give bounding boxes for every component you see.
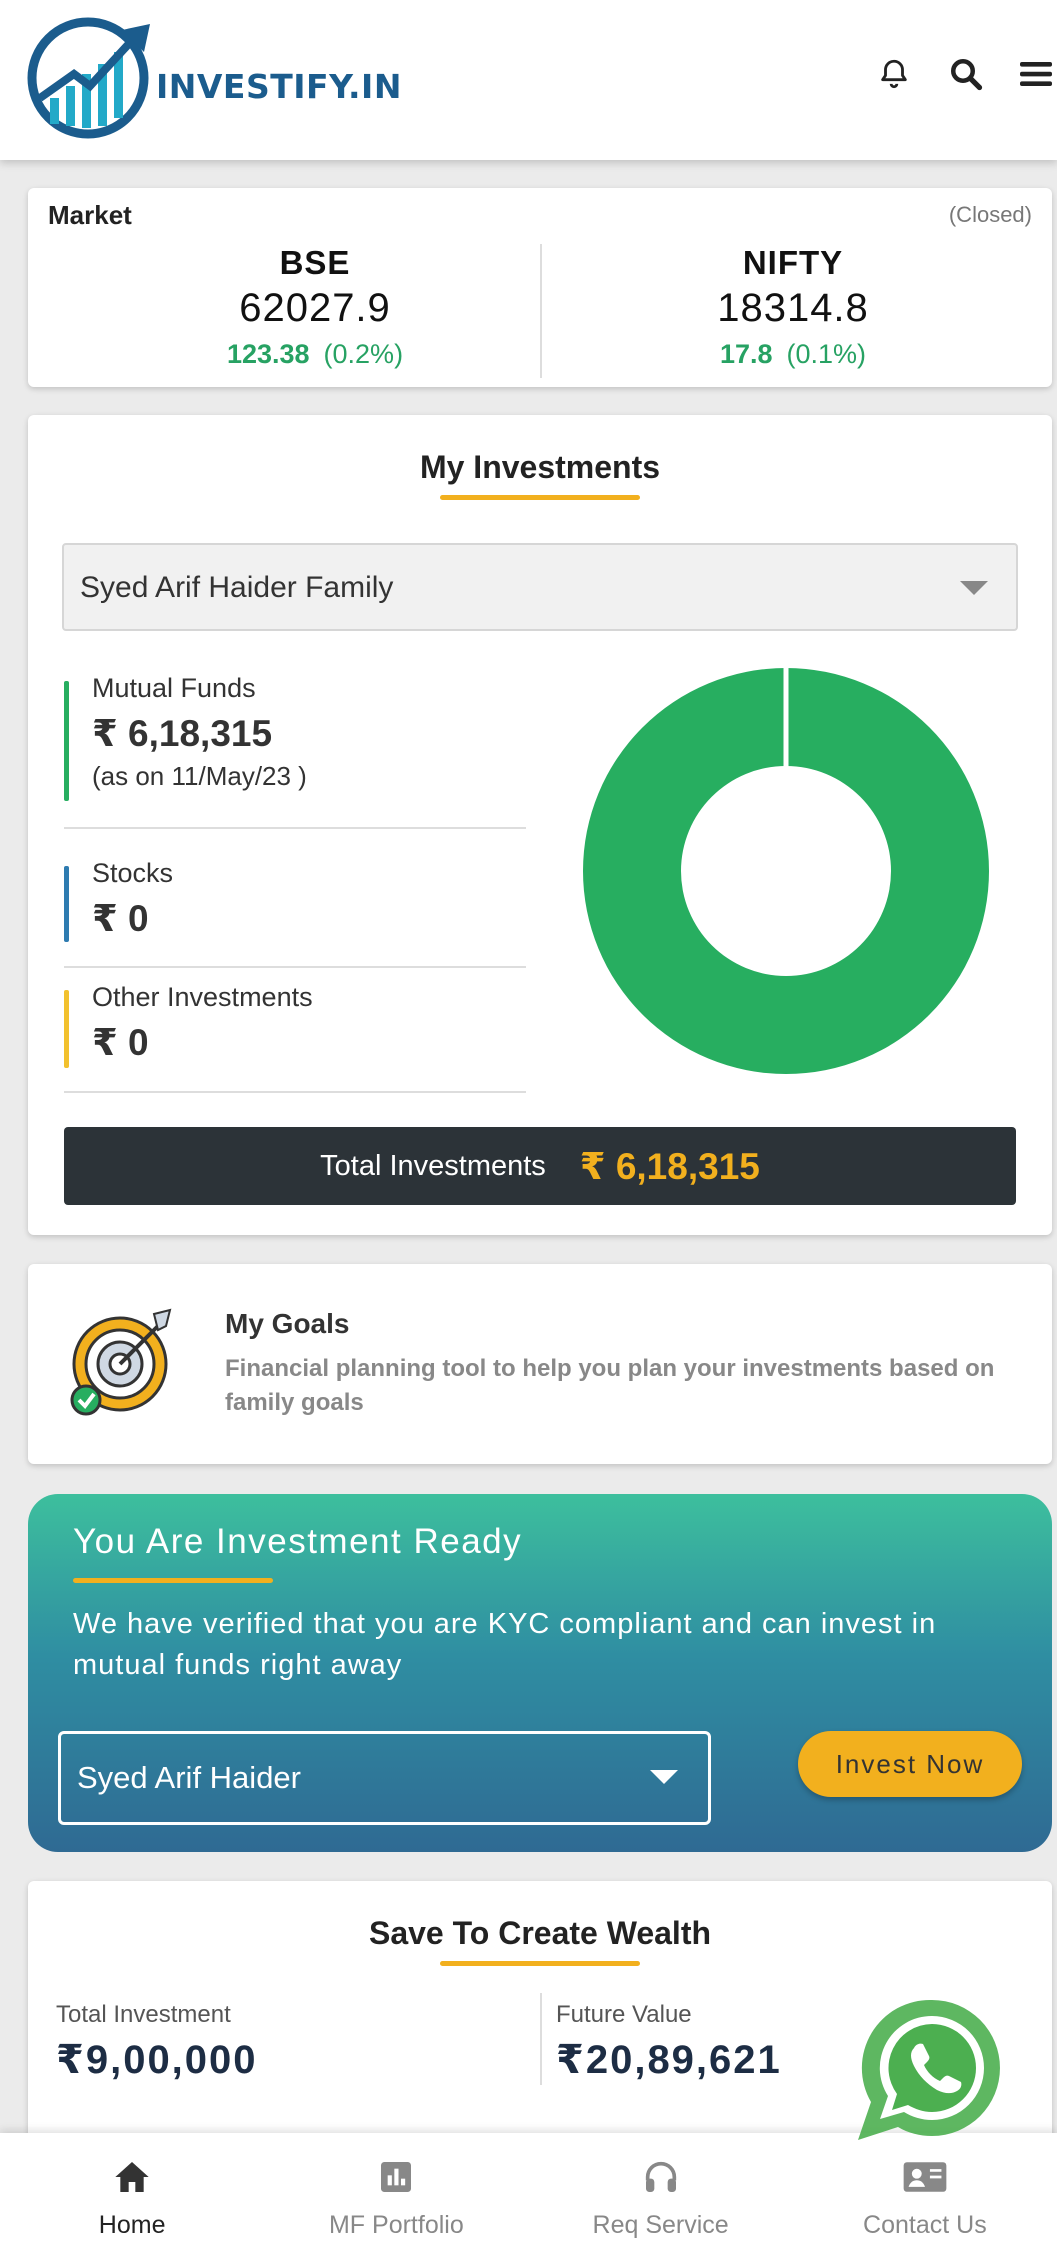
goals-title: My Goals (225, 1308, 350, 1339)
total-investment-label: Total Investment (56, 2001, 231, 2028)
investment-amount: ₹ 6,18,315 (92, 713, 273, 754)
index-name: BSE (279, 244, 351, 281)
nav-item-home[interactable]: Home (0, 2133, 264, 2263)
family-select-value: Syed Arif Haider Family (80, 571, 394, 604)
my-goals-card[interactable]: My Goals Financial planning tool to help… (28, 1264, 1052, 1464)
investment-item-mutual-funds[interactable]: Mutual Funds ₹ 6,18,315 (as on 11/May/23… (64, 673, 526, 829)
nav-label: Contact Us (863, 2211, 987, 2239)
market-label: Market (48, 200, 132, 230)
investment-item-other[interactable]: Other Investments ₹ 0 (64, 968, 526, 1093)
index-change-percent: (0.1%) (786, 339, 867, 369)
index-value: 62027.9 (239, 286, 391, 330)
legend-bar (64, 990, 69, 1068)
chevron-down-icon (960, 581, 988, 595)
future-value-stat: Future Value ₹20,89,621 (556, 2001, 782, 2083)
wealth-divider (540, 1993, 542, 2085)
title-underline (440, 1961, 640, 1966)
market-divider (540, 244, 542, 378)
app-header: INVESTIFY.IN (0, 0, 1057, 160)
menu-icon[interactable] (1016, 52, 1056, 96)
investor-select[interactable]: Syed Arif Haider (58, 1731, 711, 1825)
my-investments-card: My Investments Syed Arif Haider Family M… (28, 415, 1052, 1235)
total-investments-bar: Total Investments ₹ 6,18,315 (64, 1127, 1016, 1205)
investment-ready-card: You Are Investment Ready We have verifie… (28, 1494, 1052, 1852)
market-status: (Closed) (948, 202, 1032, 227)
index-change-value: 17.8 (719, 339, 773, 369)
section-title: Save To Create Wealth (368, 1915, 712, 1951)
bottom-nav: Home MF Portfolio Req Service Contact Us (0, 2133, 1057, 2263)
whatsapp-icon[interactable] (850, 1990, 1010, 2150)
nav-label: Home (98, 2211, 166, 2239)
index-name: NIFTY (742, 244, 844, 281)
portfolio-icon (381, 2162, 412, 2192)
investment-note: (as on 11/May/23 ) (92, 761, 307, 791)
ready-description: We have verified that you are KYC compli… (73, 1608, 937, 1681)
future-value-value: ₹20,89,621 (556, 2038, 782, 2082)
logo-text: INVESTIFY.IN (156, 66, 402, 106)
logo-icon (27, 17, 150, 139)
nav-item-contact-us[interactable]: Contact Us (793, 2133, 1057, 2263)
total-investment-value: ₹9,00,000 (56, 2038, 258, 2082)
chevron-down-icon (650, 1770, 678, 1784)
index-bse[interactable]: BSE 62027.9 123.38 (0.2%) (80, 244, 550, 370)
title-underline (73, 1578, 273, 1583)
investment-donut-chart (583, 666, 989, 1074)
nav-item-mf-portfolio[interactable]: MF Portfolio (264, 2133, 528, 2263)
family-select[interactable]: Syed Arif Haider Family (62, 543, 1018, 631)
legend-bar (64, 681, 69, 801)
search-icon[interactable] (944, 52, 988, 96)
total-label: Total Investments (320, 1149, 546, 1182)
total-amount: ₹ 6,18,315 (579, 1145, 760, 1187)
total-investment-stat: Total Investment ₹9,00,000 (56, 2001, 258, 2083)
nav-label: Req Service (592, 2211, 729, 2239)
home-icon (115, 2162, 149, 2192)
logo[interactable]: INVESTIFY.IN (26, 12, 402, 140)
market-card: Market (Closed) BSE 62027.9 123.38 (0.2%)… (28, 188, 1052, 387)
nav-label: MF Portfolio (328, 2211, 464, 2239)
future-value-label: Future Value (556, 2001, 692, 2028)
index-change: 17.8 (0.1%) (558, 339, 1028, 370)
bell-icon[interactable] (872, 52, 916, 96)
legend-bar (64, 866, 69, 942)
index-value: 18314.8 (717, 286, 869, 330)
index-change-value: 123.38 (226, 339, 310, 369)
goals-description: Financial planning tool to help you plan… (225, 1355, 995, 1416)
section-title: My Investments (419, 449, 661, 485)
investor-select-value: Syed Arif Haider (77, 1760, 301, 1795)
title-underline (440, 495, 640, 500)
ready-title: You Are Investment Ready (73, 1522, 523, 1561)
invest-now-button[interactable]: Invest Now (798, 1731, 1022, 1797)
target-goal-icon (70, 1308, 172, 1416)
investment-label: Other Investments (92, 982, 313, 1012)
investment-label: Stocks (92, 858, 174, 888)
headset-icon (645, 2161, 676, 2192)
investment-amount: ₹ 0 (92, 1022, 149, 1063)
nav-item-req-service[interactable]: Req Service (529, 2133, 793, 2263)
investment-item-stocks[interactable]: Stocks ₹ 0 (64, 844, 526, 968)
index-nifty[interactable]: NIFTY 18314.8 17.8 (0.1%) (558, 244, 1028, 370)
contact-icon (903, 2162, 947, 2192)
index-change: 123.38 (0.2%) (80, 339, 550, 370)
investment-label: Mutual Funds (92, 673, 256, 703)
investment-amount: ₹ 0 (92, 898, 149, 939)
index-change-percent: (0.2%) (323, 339, 404, 369)
